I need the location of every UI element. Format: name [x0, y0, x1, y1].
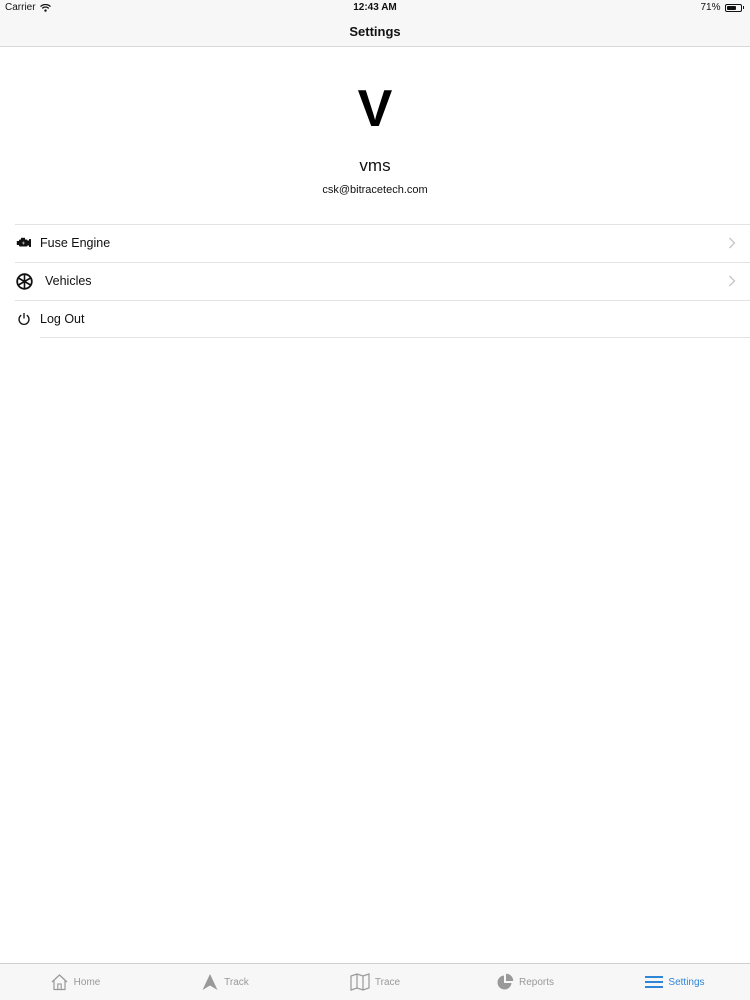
tab-label: Home — [73, 976, 101, 988]
menu-item-log-out[interactable]: Log Out — [0, 300, 750, 338]
map-icon — [350, 973, 370, 991]
tab-settings[interactable]: Settings — [600, 964, 750, 1000]
power-icon — [15, 311, 33, 327]
tab-label: Trace — [374, 976, 401, 988]
status-time: 12:43 AM — [353, 2, 397, 13]
tab-track[interactable]: Track — [150, 964, 300, 1000]
avatar-initial: V — [357, 80, 393, 138]
chevron-right-icon — [729, 237, 736, 249]
navigation-arrow-icon — [202, 974, 218, 990]
menu-item-vehicles[interactable]: Vehicles — [0, 262, 750, 300]
tab-label: Settings — [668, 976, 705, 988]
tab-trace[interactable]: Trace — [300, 964, 450, 1000]
tab-home[interactable]: Home — [0, 964, 150, 1000]
settings-menu: Fuse Engine Vehicles Log Out — [0, 224, 750, 338]
menu-item-label: Vehicles — [45, 274, 92, 288]
menu-item-label: Log Out — [40, 312, 85, 326]
menu-item-fuse-engine[interactable]: Fuse Engine — [0, 224, 750, 262]
tab-reports[interactable]: Reports — [450, 964, 600, 1000]
username: vms — [359, 156, 391, 175]
status-bar: Carrier 12:43 AM 71% — [0, 0, 750, 16]
navigation-bar: Settings — [0, 16, 750, 47]
battery-indicator: 71% — [700, 2, 744, 13]
battery-icon — [724, 3, 742, 12]
wheel-icon — [15, 272, 33, 290]
user-email: csk@bitracetech.com — [322, 184, 428, 196]
menu-lines-icon — [645, 976, 664, 988]
battery-percent: 71% — [700, 2, 721, 13]
page-title: Settings — [349, 24, 401, 39]
menu-item-label: Fuse Engine — [40, 236, 111, 250]
chevron-right-icon — [729, 275, 736, 287]
engine-icon — [15, 235, 33, 251]
tab-bar: Home Track Trace Reports Settings — [0, 963, 750, 1000]
tab-label: Reports — [518, 976, 554, 988]
pie-chart-icon — [497, 973, 514, 990]
home-icon — [51, 974, 68, 991]
tab-label: Track — [224, 976, 249, 988]
